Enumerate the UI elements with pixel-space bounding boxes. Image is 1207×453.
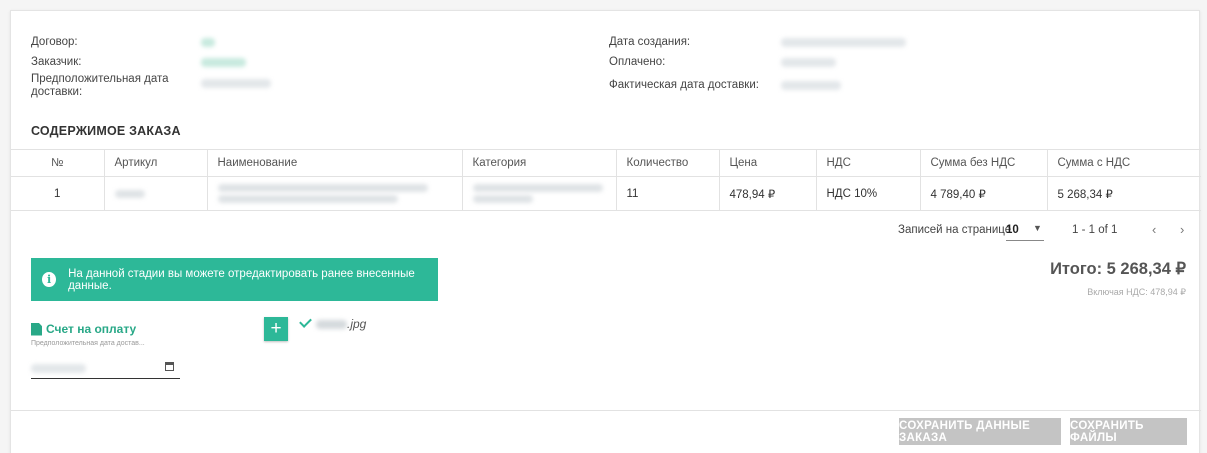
order-total: Итого: 5 268,34 ₽ (1050, 260, 1186, 278)
file-name-redacted (316, 320, 347, 329)
contract-label: Договор: (31, 36, 78, 48)
chevron-right-icon[interactable]: › (1180, 222, 1184, 237)
order-items-table: № Артикул Наименование Категория Количес… (11, 149, 1201, 211)
table-row: 1 11 478,94 ₽ НДС 10% 4 789,40 ₽ 5 268,3… (11, 176, 1201, 211)
footer-divider (11, 410, 1201, 411)
order-contents-title: СОДЕРЖИМОЕ ЗАКАЗА (31, 124, 181, 138)
per-page-label: Записей на странице (898, 224, 1012, 236)
column-header-sum-no-vat: Сумма без НДС (920, 149, 1048, 177)
invoice-date-input[interactable] (31, 357, 180, 379)
cell-category-redacted (462, 176, 617, 211)
save-files-button[interactable]: СОХРАНИТЬ ФАЙЛЫ (1070, 418, 1187, 445)
cell-sum-no-vat: 4 789,40 ₽ (920, 176, 1048, 211)
cell-price: 478,94 ₽ (719, 176, 817, 211)
cell-name-redacted (207, 176, 463, 211)
cell-number: 1 (11, 176, 105, 211)
customer-value-redacted (201, 58, 246, 67)
created-label: Дата создания: (609, 36, 691, 48)
info-alert: i На данной стадии вы можете отредактиро… (31, 258, 438, 301)
order-total-vat: Включая НДС: 478,94 ₽ (1087, 287, 1186, 297)
cell-vat: НДС 10% (816, 176, 921, 211)
save-order-button[interactable]: СОХРАНИТЬ ДАННЫЕ ЗАКАЗА (899, 418, 1061, 445)
pagination-range: 1 - 1 of 1 (1072, 224, 1118, 236)
actual-delivery-label: Фактическая дата доставки: (609, 79, 759, 91)
column-header-category: Категория (462, 149, 617, 177)
expected-delivery-label: Предположительная дата доставки: (31, 73, 169, 98)
calendar-icon[interactable] (165, 362, 174, 371)
add-file-button[interactable]: + (264, 317, 288, 341)
cell-quantity: 11 (616, 176, 720, 211)
column-header-sum-vat: Сумма с НДС (1047, 149, 1201, 177)
document-icon (31, 322, 42, 336)
column-header-quantity: Количество (616, 149, 720, 177)
customer-label: Заказчик: (31, 56, 82, 68)
paid-value-redacted (781, 58, 836, 67)
order-card: Договор: Заказчик: Предположительная дат… (10, 10, 1201, 453)
chevron-left-icon[interactable]: ‹ (1152, 222, 1156, 237)
column-header-number: № (11, 149, 105, 177)
dropdown-arrow-icon[interactable]: ▼ (1033, 223, 1042, 233)
contract-value-redacted (201, 38, 215, 47)
info-icon: i (42, 272, 57, 287)
column-header-price: Цена (719, 149, 817, 177)
column-header-name: Наименование (207, 149, 463, 177)
expected-delivery-value-redacted (201, 79, 271, 88)
invoice-link[interactable]: Счет на оплату (31, 322, 136, 336)
invoice-date-label: Предположительная дата достав... (31, 340, 145, 347)
paid-label: Оплачено: (609, 56, 666, 68)
column-header-vat: НДС (816, 149, 921, 177)
invoice-date-value-redacted (31, 364, 86, 373)
actual-delivery-value-redacted (781, 81, 841, 90)
created-value-redacted (781, 38, 906, 47)
column-header-sku: Артикул (104, 149, 208, 177)
file-extension: .jpg (347, 317, 367, 331)
invoice-title[interactable]: Счет на оплату (46, 322, 136, 336)
cell-sum-vat: 5 268,34 ₽ (1047, 176, 1201, 211)
checkmark-icon (299, 315, 312, 328)
table-header-row: № Артикул Наименование Категория Количес… (11, 149, 1201, 177)
alert-text: На данной стадии вы можете отредактирова… (68, 267, 415, 292)
cell-sku-redacted (104, 176, 208, 211)
